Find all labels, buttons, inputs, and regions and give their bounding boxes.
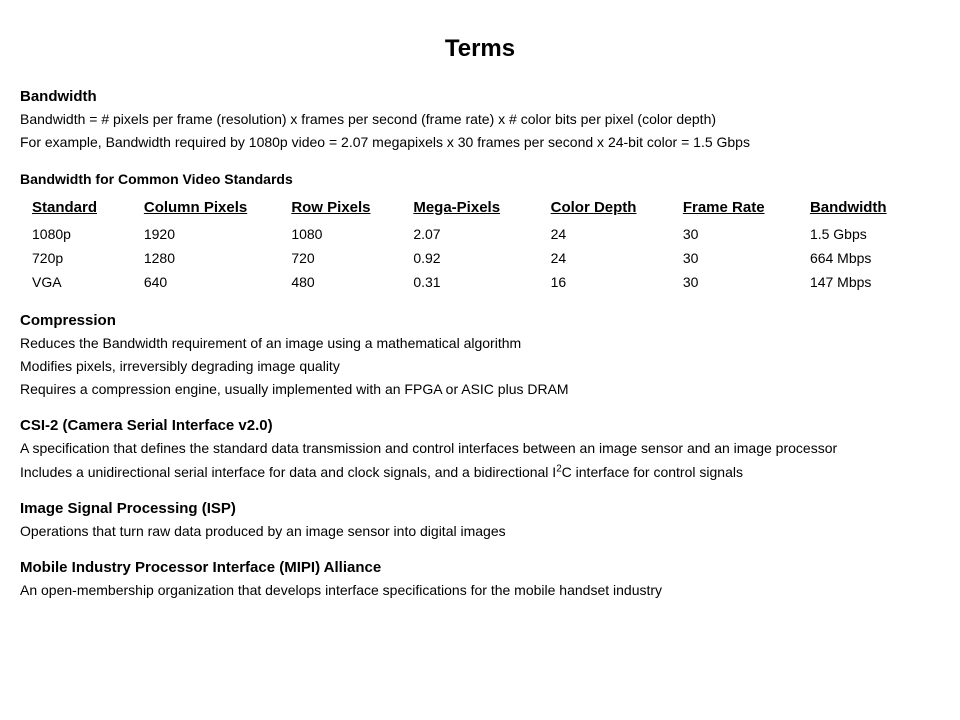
cell-rate: 30 — [683, 246, 810, 270]
cell-rate: 30 — [683, 222, 810, 246]
page-title: Terms — [20, 35, 940, 63]
cell-depth: 24 — [551, 222, 683, 246]
table-heading: Bandwidth for Common Video Standards — [20, 171, 940, 187]
mipi-heading: Mobile Industry Processor Interface (MIP… — [20, 559, 940, 576]
cell-row-px: 720 — [291, 246, 413, 270]
cell-col-px: 640 — [144, 270, 291, 294]
cell-mp: 0.92 — [413, 246, 550, 270]
bandwidth-formula: Bandwidth = # pixels per frame (resoluti… — [20, 109, 940, 129]
csi2-line: A specification that defines the standar… — [20, 438, 940, 458]
table-row: 720p 1280 720 0.92 24 30 664 Mbps — [32, 246, 932, 270]
th-bandwidth: Bandwidth — [810, 193, 932, 222]
th-column-pixels: Column Pixels — [144, 193, 291, 222]
th-mega-pixels: Mega-Pixels — [413, 193, 550, 222]
csi2-heading: CSI-2 (Camera Serial Interface v2.0) — [20, 417, 940, 434]
table-header-row: Standard Column Pixels Row Pixels Mega-P… — [32, 193, 932, 222]
compression-line: Requires a compression engine, usually i… — [20, 379, 940, 399]
table-row: VGA 640 480 0.31 16 30 147 Mbps — [32, 270, 932, 294]
compression-line: Reduces the Bandwidth requirement of an … — [20, 333, 940, 353]
cell-rate: 30 — [683, 270, 810, 294]
csi2-text: C interface for control signals — [562, 464, 743, 480]
th-frame-rate: Frame Rate — [683, 193, 810, 222]
th-row-pixels: Row Pixels — [291, 193, 413, 222]
cell-depth: 16 — [551, 270, 683, 294]
compression-line: Modifies pixels, irreversibly degrading … — [20, 356, 940, 376]
compression-heading: Compression — [20, 312, 940, 329]
csi2-text: Includes a unidirectional serial interfa… — [20, 464, 556, 480]
csi2-line: Includes a unidirectional serial interfa… — [20, 462, 940, 482]
cell-mp: 0.31 — [413, 270, 550, 294]
isp-line: Operations that turn raw data produced b… — [20, 521, 940, 541]
cell-standard: VGA — [32, 270, 144, 294]
cell-mp: 2.07 — [413, 222, 550, 246]
th-color-depth: Color Depth — [551, 193, 683, 222]
cell-depth: 24 — [551, 246, 683, 270]
cell-row-px: 480 — [291, 270, 413, 294]
bandwidth-heading: Bandwidth — [20, 88, 940, 105]
cell-standard: 1080p — [32, 222, 144, 246]
cell-bw: 1.5 Gbps — [810, 222, 932, 246]
mipi-line: An open-membership organization that dev… — [20, 580, 940, 600]
cell-col-px: 1920 — [144, 222, 291, 246]
cell-bw: 147 Mbps — [810, 270, 932, 294]
cell-col-px: 1280 — [144, 246, 291, 270]
isp-heading: Image Signal Processing (ISP) — [20, 500, 940, 517]
cell-row-px: 1080 — [291, 222, 413, 246]
cell-bw: 664 Mbps — [810, 246, 932, 270]
bandwidth-example: For example, Bandwidth required by 1080p… — [20, 132, 940, 152]
bandwidth-table: Standard Column Pixels Row Pixels Mega-P… — [32, 193, 932, 294]
th-standard: Standard — [32, 193, 144, 222]
cell-standard: 720p — [32, 246, 144, 270]
table-row: 1080p 1920 1080 2.07 24 30 1.5 Gbps — [32, 222, 932, 246]
